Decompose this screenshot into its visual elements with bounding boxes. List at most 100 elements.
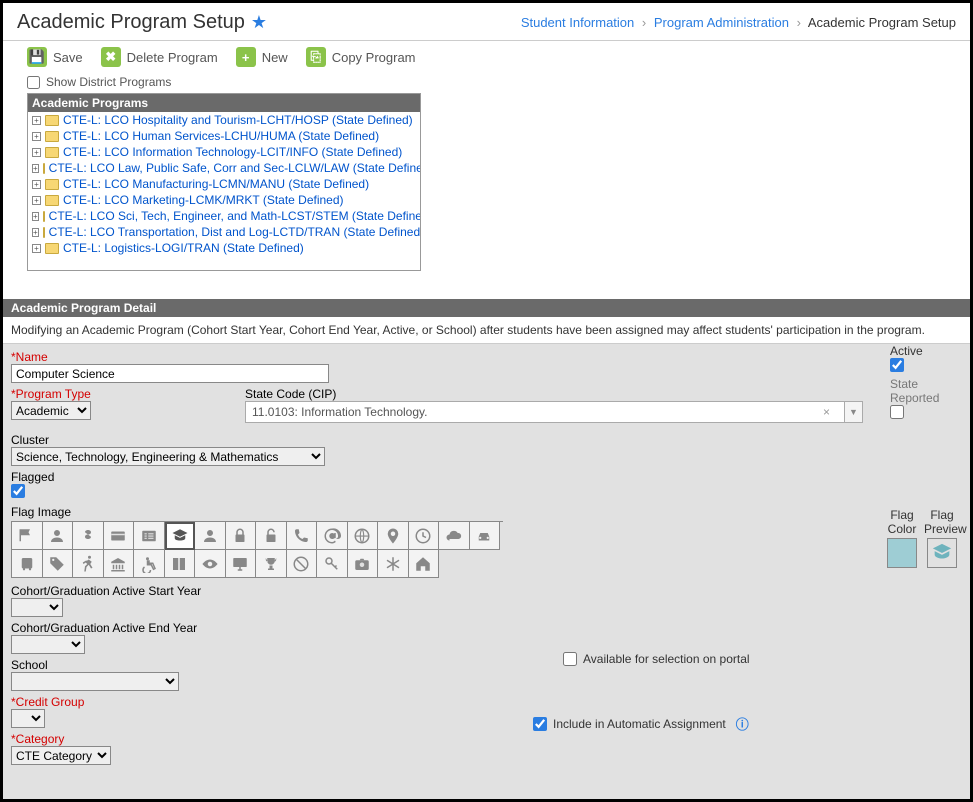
flag-color-swatch[interactable] xyxy=(887,538,917,568)
tree-row[interactable]: + CTE-L: Logistics-LOGI/TRAN (State Defin… xyxy=(28,240,420,256)
expand-icon[interactable]: + xyxy=(32,244,41,253)
tree-link[interactable]: CTE-L: LCO Sci, Tech, Engineer, and Math… xyxy=(49,209,420,223)
new-button[interactable]: + New xyxy=(236,47,288,67)
tree-link[interactable]: CTE-L: LCO Law, Public Safe, Corr and Se… xyxy=(49,161,420,175)
flag-preview-swatch xyxy=(927,538,957,568)
detail-warning: Modifying an Academic Program (Cohort St… xyxy=(3,317,970,344)
category-select[interactable]: CTE Category xyxy=(11,746,111,765)
program-type-select[interactable]: Academic xyxy=(11,401,91,420)
tree-row[interactable]: + CTE-L: LCO Information Technology-LCIT/… xyxy=(28,144,420,160)
tree-row[interactable]: + CTE-L: LCO Law, Public Safe, Corr and S… xyxy=(28,160,420,176)
copy-icon: ⎘ xyxy=(306,47,326,67)
eye-icon[interactable] xyxy=(195,550,226,578)
available-portal-checkbox[interactable] xyxy=(563,652,577,666)
tree-row[interactable]: + CTE-L: LCO Human Services-LCHU/HUMA (St… xyxy=(28,128,420,144)
monitor-icon[interactable] xyxy=(226,550,257,578)
delete-program-button[interactable]: ✖ Delete Program xyxy=(101,47,218,67)
tree-link[interactable]: CTE-L: LCO Transportation, Dist and Log-… xyxy=(49,225,420,239)
user-fill-icon[interactable] xyxy=(195,522,226,550)
camera-icon[interactable] xyxy=(348,550,379,578)
cohort-end-select[interactable] xyxy=(11,635,85,654)
at-icon[interactable] xyxy=(317,522,348,550)
info-icon[interactable]: ⓘ xyxy=(736,714,749,733)
ban-icon[interactable] xyxy=(287,550,318,578)
page-title: Academic Program Setup xyxy=(17,11,245,34)
cohort-end-label: Cohort/Graduation Active End Year xyxy=(11,621,962,635)
expand-icon[interactable]: + xyxy=(32,164,39,173)
cloud-icon[interactable] xyxy=(439,522,470,550)
state-reported-checkbox[interactable] xyxy=(890,405,904,419)
globe-icon[interactable] xyxy=(348,522,379,550)
name-label: *Name xyxy=(11,350,962,364)
expand-icon[interactable]: + xyxy=(32,116,41,125)
book-icon[interactable] xyxy=(165,550,196,578)
credit-group-select[interactable] xyxy=(11,709,45,728)
run-icon[interactable] xyxy=(73,550,104,578)
folder-icon xyxy=(45,243,59,254)
pin-icon[interactable] xyxy=(378,522,409,550)
asterisk-icon[interactable] xyxy=(378,550,409,578)
trophy-icon[interactable] xyxy=(256,550,287,578)
expand-icon[interactable]: + xyxy=(32,196,41,205)
state-code-dropdown-icon[interactable]: ▼ xyxy=(845,401,863,423)
user-icon[interactable] xyxy=(43,522,74,550)
card-icon[interactable] xyxy=(104,522,135,550)
car-icon[interactable] xyxy=(470,522,501,550)
list-icon[interactable] xyxy=(134,522,165,550)
expand-icon[interactable]: + xyxy=(32,132,41,141)
expand-icon[interactable]: + xyxy=(32,212,39,221)
cluster-select[interactable]: Science, Technology, Engineering & Mathe… xyxy=(11,447,325,466)
unlock-icon[interactable] xyxy=(256,522,287,550)
school-select[interactable] xyxy=(11,672,179,691)
tree-row[interactable]: + CTE-L: LCO Marketing-LCMK/MRKT (State D… xyxy=(28,192,420,208)
phone-icon[interactable] xyxy=(287,522,318,550)
tree-link[interactable]: CTE-L: LCO Human Services-LCHU/HUMA (Sta… xyxy=(63,129,379,143)
folder-icon xyxy=(43,211,45,222)
include-auto-label: Include in Automatic Assignment xyxy=(553,717,726,731)
include-auto-checkbox[interactable] xyxy=(533,717,547,731)
bank-icon[interactable] xyxy=(104,550,135,578)
tree-link[interactable]: CTE-L: LCO Marketing-LCMK/MRKT (State De… xyxy=(63,193,344,207)
folder-icon xyxy=(45,195,59,206)
flag-icon[interactable] xyxy=(12,522,43,550)
tree-link[interactable]: CTE-L: LCO Manufacturing-LCMN/MANU (Stat… xyxy=(63,177,369,191)
wheelchair-icon[interactable] xyxy=(134,550,165,578)
expand-icon[interactable]: + xyxy=(32,148,41,157)
folder-icon xyxy=(45,147,59,158)
active-checkbox[interactable] xyxy=(890,358,904,372)
tree-row[interactable]: + CTE-L: LCO Hospitality and Tourism-LCHT… xyxy=(28,112,420,128)
tree-link[interactable]: CTE-L: LCO Hospitality and Tourism-LCHT/… xyxy=(63,113,413,127)
tree-header: Academic Programs xyxy=(28,94,420,112)
dollar-icon[interactable] xyxy=(73,522,104,550)
cohort-start-select[interactable] xyxy=(11,598,63,617)
key-icon[interactable] xyxy=(317,550,348,578)
expand-icon[interactable]: + xyxy=(32,180,41,189)
show-district-checkbox[interactable] xyxy=(27,76,40,89)
tag-icon[interactable] xyxy=(43,550,74,578)
state-reported-label: State Reported xyxy=(890,377,960,405)
tree-row[interactable]: + CTE-L: LCO Manufacturing-LCMN/MANU (Sta… xyxy=(28,176,420,192)
tree-link[interactable]: CTE-L: LCO Information Technology-LCIT/I… xyxy=(63,145,402,159)
graduate-icon[interactable] xyxy=(165,522,196,550)
state-code-clear-icon[interactable]: × xyxy=(823,405,838,419)
flagged-checkbox[interactable] xyxy=(11,484,25,498)
detail-header: Academic Program Detail xyxy=(3,299,970,317)
favorite-star-icon[interactable]: ★ xyxy=(251,12,267,33)
tree-body[interactable]: + CTE-L: LCO Hospitality and Tourism-LCHT… xyxy=(28,112,420,270)
breadcrumb-link-1[interactable]: Student Information xyxy=(521,15,634,30)
lock-icon[interactable] xyxy=(226,522,257,550)
expand-icon[interactable]: + xyxy=(32,228,39,237)
breadcrumb-link-2[interactable]: Program Administration xyxy=(654,15,789,30)
clock-icon[interactable] xyxy=(409,522,440,550)
delete-icon: ✖ xyxy=(101,47,121,67)
name-input[interactable] xyxy=(11,364,329,383)
copy-program-button[interactable]: ⎘ Copy Program xyxy=(306,47,416,67)
save-button[interactable]: 💾 Save xyxy=(27,47,83,67)
state-code-input[interactable]: 11.0103: Information Technology. × xyxy=(245,401,845,423)
bus-icon[interactable] xyxy=(12,550,43,578)
tree-row[interactable]: + CTE-L: LCO Sci, Tech, Engineer, and Mat… xyxy=(28,208,420,224)
credit-group-label: *Credit Group xyxy=(11,695,962,709)
tree-row[interactable]: + CTE-L: LCO Transportation, Dist and Log… xyxy=(28,224,420,240)
tree-link[interactable]: CTE-L: Logistics-LOGI/TRAN (State Define… xyxy=(63,241,304,255)
home-icon[interactable] xyxy=(409,550,440,578)
